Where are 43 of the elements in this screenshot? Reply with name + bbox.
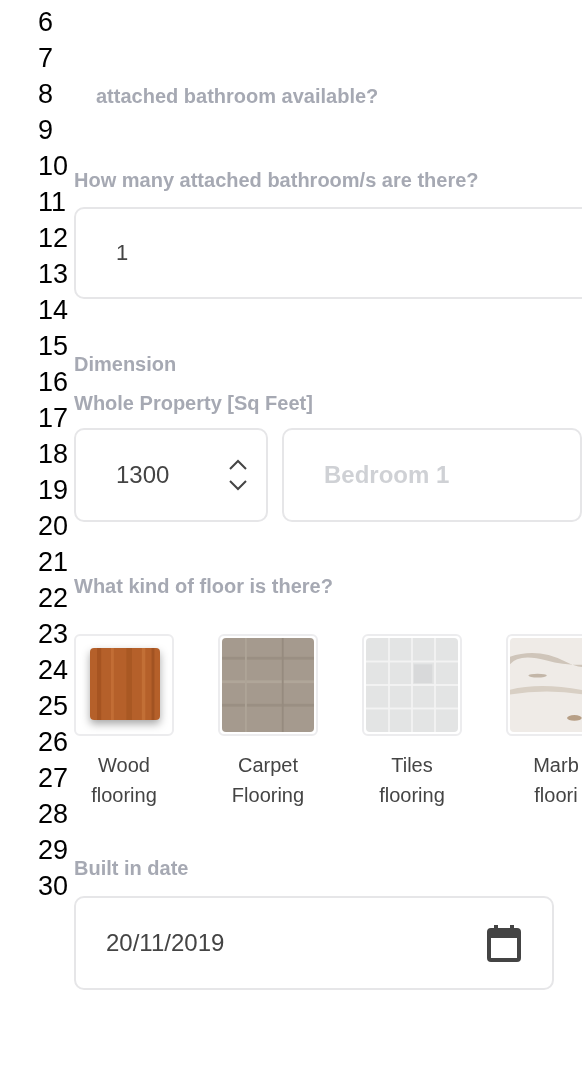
field-label: Built in date xyxy=(74,856,189,880)
line-number: 20 xyxy=(38,510,69,543)
line-number: 17 xyxy=(38,402,69,435)
line-number: 18 xyxy=(38,438,69,471)
field-value: 1300 xyxy=(116,461,170,489)
line-number: 9 xyxy=(38,114,55,147)
calendar-icon[interactable] xyxy=(486,924,522,962)
floor-option[interactable] xyxy=(74,634,174,736)
line-number: 10 xyxy=(38,150,69,183)
field-label: Whole Property [Sq Feet] xyxy=(74,391,313,415)
line-number: 30 xyxy=(38,870,69,903)
line-number: 16 xyxy=(38,366,69,399)
section-title: Dimension xyxy=(74,352,177,376)
number-field[interactable]: 1300 xyxy=(74,428,268,522)
line-number: 29 xyxy=(38,834,69,867)
line-number: 13 xyxy=(38,258,69,291)
line-number: 24 xyxy=(38,654,69,687)
floor-option-label: Marb floori xyxy=(533,753,579,808)
question-label: How many attached bathroom/s are there? xyxy=(74,168,479,192)
line-number: 21 xyxy=(38,546,69,579)
line-number: 19 xyxy=(38,474,69,507)
line-number: 7 xyxy=(38,42,55,75)
floor-option-label: Tiles flooring xyxy=(379,753,445,808)
line-number: 15 xyxy=(38,330,69,363)
line-number: 6 xyxy=(38,6,55,39)
line-number: 22 xyxy=(38,582,69,615)
line-number: 25 xyxy=(38,690,69,723)
line-number: 12 xyxy=(38,222,69,255)
line-number: 14 xyxy=(38,294,69,327)
line-number: 11 xyxy=(38,186,68,219)
input-field[interactable]: 1 xyxy=(74,207,582,299)
date-field[interactable]: 20/11/2019 xyxy=(74,896,554,990)
question-label: attached bathroom available? xyxy=(96,84,379,108)
line-number: 28 xyxy=(38,798,69,831)
floor-option-label: Carpet Flooring xyxy=(231,753,305,808)
spinner-icon[interactable] xyxy=(228,459,248,491)
line-number: 26 xyxy=(38,726,69,759)
line-number: 23 xyxy=(38,618,69,651)
line-number: 8 xyxy=(38,78,55,111)
line-number: 27 xyxy=(38,762,69,795)
question-label: What kind of floor is there? xyxy=(74,574,333,598)
floor-option-label: Wood flooring xyxy=(91,753,157,808)
field-value: 20/11/2019 xyxy=(106,929,225,957)
